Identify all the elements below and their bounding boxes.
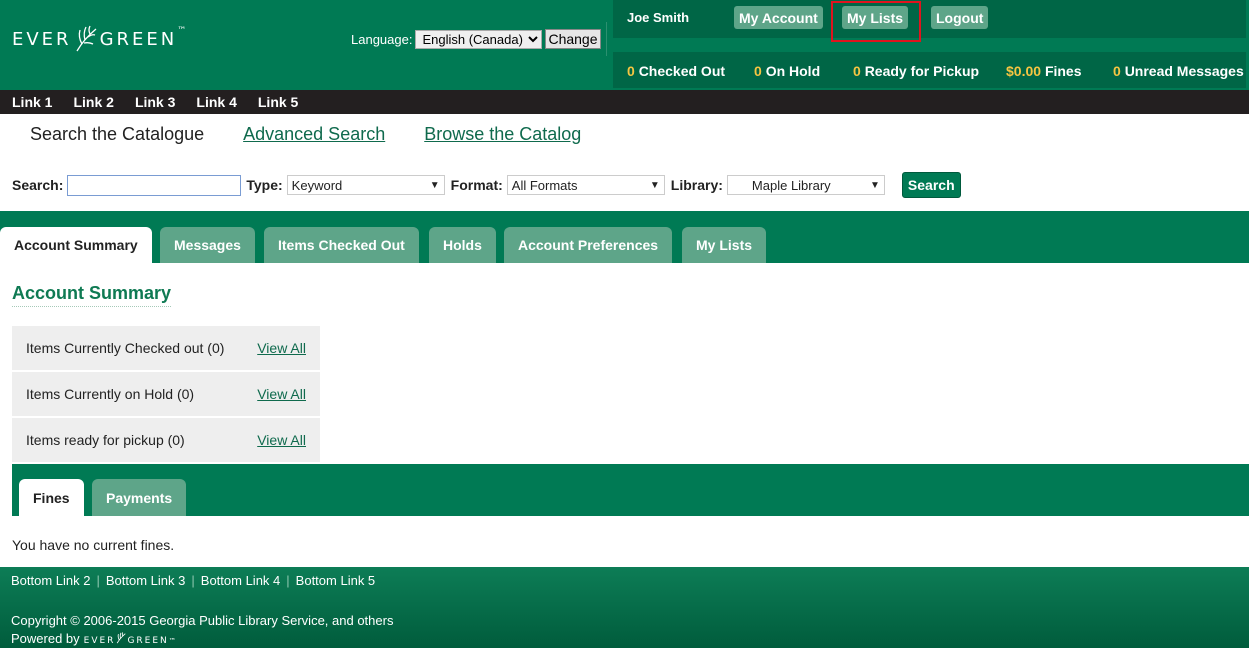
copyright-text: Copyright © 2006-2015 Georgia Public Lib… xyxy=(11,613,394,628)
search-label: Search: xyxy=(12,177,64,193)
nav-link-5[interactable]: Link 5 xyxy=(258,94,298,110)
summary-row-label: Items ready for pickup (0) xyxy=(26,432,185,448)
stat-ready-label: Ready for Pickup xyxy=(864,63,980,79)
summary-row: Items Currently Checked out (0) View All xyxy=(12,326,320,370)
stat-unread-count: 0 xyxy=(1113,63,1121,79)
stat-on-hold-label: On Hold xyxy=(765,63,821,79)
summary-row: Items Currently on Hold (0) View All xyxy=(12,372,320,416)
my-lists-button[interactable]: My Lists xyxy=(842,6,909,29)
tab-payments[interactable]: Payments xyxy=(92,479,187,516)
stat-unread[interactable]: 0 Unread Messages xyxy=(1113,63,1244,79)
powered-by-logo[interactable]: EVER GREEN™ xyxy=(83,631,176,646)
library-select[interactable]: Maple Library ▼ xyxy=(726,175,885,195)
footer-link-2[interactable]: Bottom Link 2 xyxy=(11,573,91,588)
chevron-down-icon: ▼ xyxy=(649,179,660,191)
logo-text-left: EVER xyxy=(12,28,72,50)
stat-fines[interactable]: $0.00 Fines xyxy=(1006,63,1082,79)
account-stats-bar: 0 Checked Out 0 On Hold 0 Ready for Pick… xyxy=(613,52,1246,88)
powered-logo-tm: ™ xyxy=(168,636,176,645)
summary-row: Items ready for pickup (0) View All xyxy=(12,418,320,462)
search-input[interactable] xyxy=(67,174,242,196)
tab-advanced-search[interactable]: Advanced Search xyxy=(243,124,385,145)
stat-on-hold-count: 0 xyxy=(754,63,762,79)
type-label: Type: xyxy=(246,177,283,193)
search-bar: Search: Type: Keyword ▼ Format: All Form… xyxy=(12,172,961,198)
footer-link-4[interactable]: Bottom Link 4 xyxy=(201,573,281,588)
chevron-down-icon: ▼ xyxy=(429,179,440,191)
stat-fines-amount: $0.00 xyxy=(1006,63,1042,79)
search-tabs: Search the Catalogue Advanced Search Bro… xyxy=(30,124,581,145)
site-footer: Bottom Link 2 | Bottom Link 3 | Bottom L… xyxy=(0,567,1249,648)
view-all-link[interactable]: View All xyxy=(257,432,306,448)
logo-text-right: GREEN xyxy=(99,28,178,50)
view-all-link[interactable]: View All xyxy=(257,340,306,356)
stat-fines-label: Fines xyxy=(1044,63,1082,79)
logout-button[interactable]: Logout xyxy=(931,6,989,29)
type-select-value: Keyword xyxy=(291,177,343,193)
summary-row-label: Items Currently Checked out (0) xyxy=(26,340,225,356)
stat-checked-out[interactable]: 0 Checked Out xyxy=(627,63,725,79)
chevron-down-icon: ▼ xyxy=(870,179,880,191)
nav-link-3[interactable]: Link 3 xyxy=(135,94,175,110)
search-button[interactable]: Search xyxy=(901,172,961,198)
format-select-value: All Formats xyxy=(511,177,578,193)
footer-links: Bottom Link 2 | Bottom Link 3 | Bottom L… xyxy=(11,573,375,588)
header-divider xyxy=(606,22,607,56)
language-label: Language: xyxy=(351,31,413,47)
my-account-button[interactable]: My Account xyxy=(734,6,823,29)
footer-separator: | xyxy=(191,573,195,588)
page-title: Account Summary xyxy=(12,283,172,307)
format-label: Format: xyxy=(450,177,503,193)
tab-messages[interactable]: Messages xyxy=(160,227,255,263)
footer-link-3[interactable]: Bottom Link 3 xyxy=(106,573,186,588)
evergreen-logo[interactable]: EVER GREEN ™ xyxy=(12,24,186,54)
fines-tabs-bar xyxy=(12,464,1249,516)
stat-checked-out-label: Checked Out xyxy=(638,63,726,79)
change-language-button[interactable]: Change xyxy=(545,29,601,49)
stat-ready[interactable]: 0 Ready for Pickup xyxy=(853,63,979,79)
powered-logo-left: EVER xyxy=(83,635,116,646)
tab-account-preferences[interactable]: Account Preferences xyxy=(504,227,673,263)
no-fines-message: You have no current fines. xyxy=(12,537,175,553)
library-label: Library: xyxy=(670,177,723,193)
language-select[interactable]: English (Canada) xyxy=(415,29,543,49)
view-all-link[interactable]: View All xyxy=(257,386,306,402)
tab-account-summary[interactable]: Account Summary xyxy=(0,227,152,263)
tab-browse-catalog[interactable]: Browse the Catalog xyxy=(424,124,581,145)
footer-separator: | xyxy=(286,573,290,588)
stat-on-hold[interactable]: 0 On Hold xyxy=(754,63,820,79)
library-select-value: Maple Library xyxy=(751,177,831,193)
tab-search-catalogue[interactable]: Search the Catalogue xyxy=(30,124,204,145)
language-selector: Language: English (Canada) Change xyxy=(351,29,601,49)
site-header: EVER GREEN ™ Language: English (Canada) … xyxy=(0,0,1249,90)
nav-link-2[interactable]: Link 2 xyxy=(73,94,113,110)
top-nav: Link 1 Link 2 Link 3 Link 4 Link 5 xyxy=(0,90,1249,114)
tab-holds[interactable]: Holds xyxy=(429,227,496,263)
nav-link-1[interactable]: Link 1 xyxy=(12,94,52,110)
stat-ready-count: 0 xyxy=(853,63,861,79)
logo-tm: ™ xyxy=(177,26,187,36)
stat-checked-out-count: 0 xyxy=(627,63,635,79)
tab-items-checked-out[interactable]: Items Checked Out xyxy=(264,227,419,263)
type-select[interactable]: Keyword ▼ xyxy=(286,175,445,195)
user-bar: Joe Smith My Account My Lists Logout xyxy=(613,0,1246,38)
tab-my-lists[interactable]: My Lists xyxy=(682,227,767,263)
tab-fines[interactable]: Fines xyxy=(19,479,84,516)
powered-by-label: Powered by xyxy=(11,631,80,646)
footer-link-5[interactable]: Bottom Link 5 xyxy=(296,573,376,588)
stat-unread-label: Unread Messages xyxy=(1124,63,1244,79)
format-select[interactable]: All Formats ▼ xyxy=(506,175,665,195)
nav-link-4[interactable]: Link 4 xyxy=(196,94,236,110)
summary-row-label: Items Currently on Hold (0) xyxy=(26,386,195,402)
powered-logo-right: GREEN xyxy=(127,635,169,646)
footer-separator: | xyxy=(96,573,100,588)
leaf-icon xyxy=(76,25,96,52)
powered-by: Powered by EVER GREEN™ xyxy=(11,631,176,646)
user-name: Joe Smith xyxy=(627,10,690,25)
leaf-icon xyxy=(117,631,127,643)
